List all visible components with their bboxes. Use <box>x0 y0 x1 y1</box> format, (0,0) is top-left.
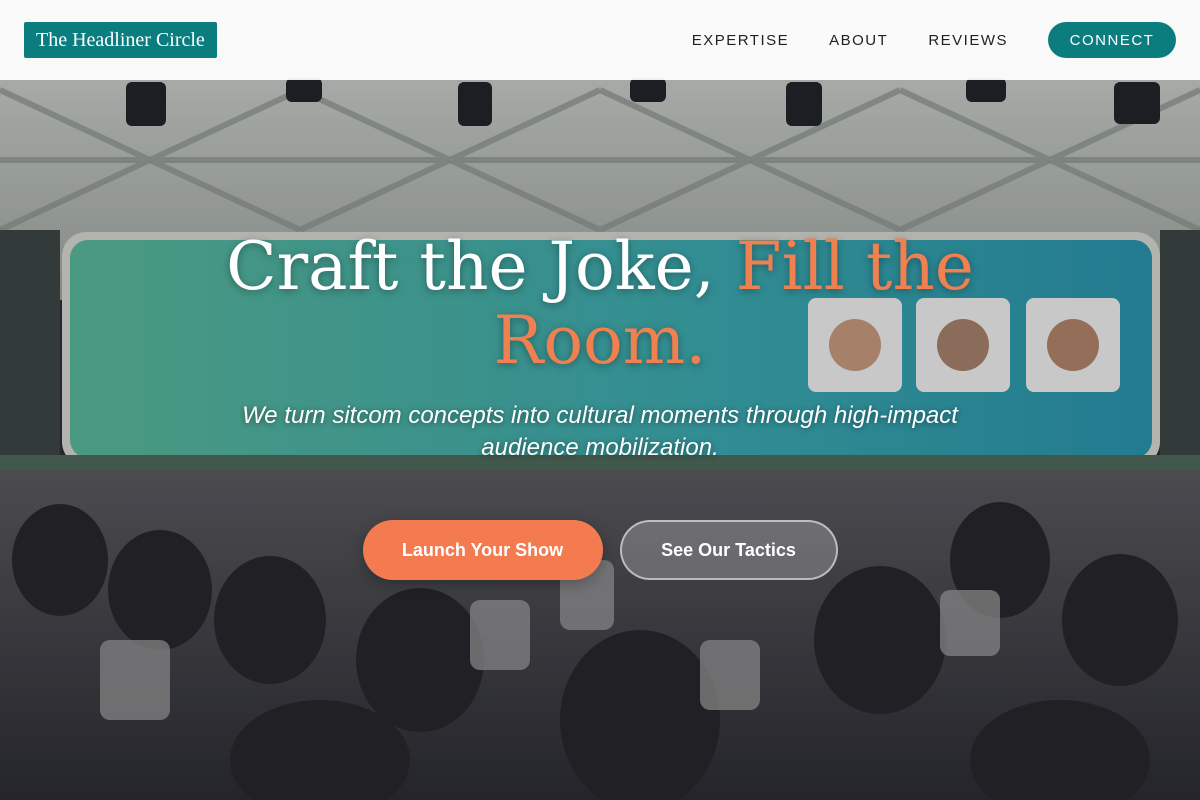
hero-title: Craft the Joke, Fill the Room. <box>220 230 980 378</box>
hero-subtitle: We turn sitcom concepts into cultural mo… <box>242 402 958 461</box>
main-nav: EXPERTISE ABOUT REVIEWS CONNECT <box>692 22 1176 58</box>
connect-button[interactable]: CONNECT <box>1048 22 1176 58</box>
site-logo[interactable]: The Headliner Circle <box>24 22 217 58</box>
see-tactics-button[interactable]: See Our Tactics <box>619 520 838 580</box>
launch-show-button[interactable]: Launch Your Show <box>362 520 603 580</box>
site-header: The Headliner Circle EXPERTISE ABOUT REV… <box>0 0 1200 80</box>
hero-actions: Launch Your Show See Our Tactics <box>0 520 1200 580</box>
hero-section: Craft the Joke, Fill the Room. We turn s… <box>0 230 1200 580</box>
hero-title-main: Craft the Joke, <box>226 228 736 305</box>
nav-link-reviews[interactable]: REVIEWS <box>928 32 1008 49</box>
nav-link-expertise[interactable]: EXPERTISE <box>692 32 789 49</box>
nav-link-about[interactable]: ABOUT <box>829 32 888 49</box>
